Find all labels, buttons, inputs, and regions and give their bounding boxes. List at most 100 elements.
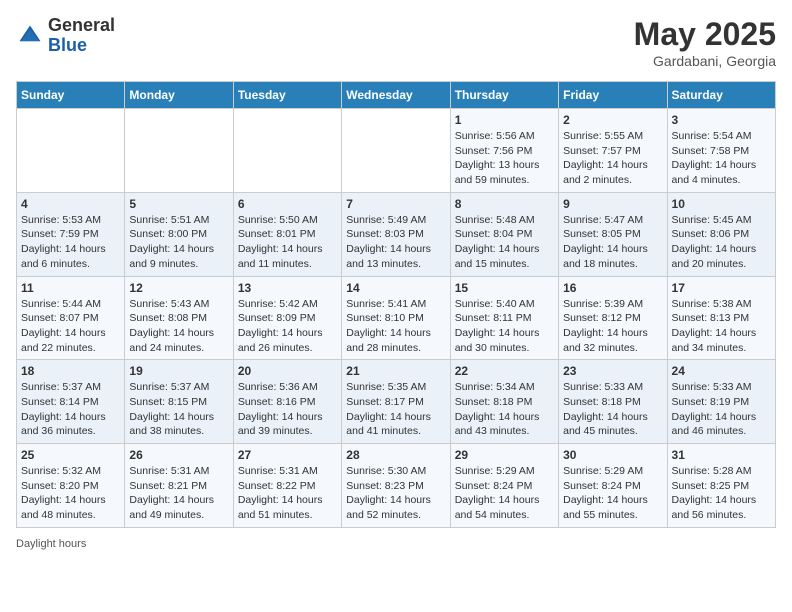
calendar-day-cell: 6 Sunrise: 5:50 AMSunset: 8:01 PMDaylight… [233, 192, 341, 276]
calendar-day-cell: 15 Sunrise: 5:40 AMSunset: 8:11 PMDayligh… [450, 276, 558, 360]
day-info: Sunrise: 5:42 AMSunset: 8:09 PMDaylight:… [238, 297, 337, 356]
calendar-day-cell: 16Sunrise: 5:39 AMSunset: 8:12 PMDayligh… [559, 276, 667, 360]
calendar-day-cell: 2 Sunrise: 5:55 AMSunset: 7:57 PMDaylight… [559, 109, 667, 193]
day-of-week-header: Saturday [667, 82, 775, 109]
day-info: Sunrise: 5:30 AMSunset: 8:23 PMDaylight:… [346, 464, 445, 523]
day-number: 11 [21, 281, 120, 295]
calendar-day-cell: 17Sunrise: 5:38 AMSunset: 8:13 PMDayligh… [667, 276, 775, 360]
day-number: 20 [238, 364, 337, 378]
calendar-table: SundayMondayTuesdayWednesdayThursdayFrid… [16, 81, 776, 528]
day-info: Sunrise: 5:31 AMSunset: 8:21 PMDaylight:… [129, 464, 228, 523]
day-number: 21 [346, 364, 445, 378]
calendar-day-cell: 22 Sunrise: 5:34 AMSunset: 8:18 PMDayligh… [450, 360, 558, 444]
calendar-day-cell: 24 Sunrise: 5:33 AMSunset: 8:19 PMDayligh… [667, 360, 775, 444]
day-number: 29 [455, 448, 554, 462]
calendar-day-cell: 27 Sunrise: 5:31 AMSunset: 8:22 PMDayligh… [233, 444, 341, 528]
day-number: 24 [672, 364, 771, 378]
day-info: Sunrise: 5:47 AMSunset: 8:05 PMDaylight:… [563, 213, 662, 272]
calendar-day-cell [342, 109, 450, 193]
day-number: 27 [238, 448, 337, 462]
day-number: 18 [21, 364, 120, 378]
calendar-day-cell: 5 Sunrise: 5:51 AMSunset: 8:00 PMDaylight… [125, 192, 233, 276]
calendar-day-cell: 4 Sunrise: 5:53 AMSunset: 7:59 PMDaylight… [17, 192, 125, 276]
day-number: 10 [672, 197, 771, 211]
day-info: Sunrise: 5:41 AMSunset: 8:10 PMDaylight:… [346, 297, 445, 356]
day-of-week-header: Friday [559, 82, 667, 109]
day-number: 2 [563, 113, 662, 127]
day-info: Sunrise: 5:33 AMSunset: 8:19 PMDaylight:… [672, 380, 771, 439]
calendar-day-cell: 7 Sunrise: 5:49 AMSunset: 8:03 PMDaylight… [342, 192, 450, 276]
day-info: Sunrise: 5:44 AMSunset: 8:07 PMDaylight:… [21, 297, 120, 356]
day-number: 7 [346, 197, 445, 211]
calendar-day-cell [233, 109, 341, 193]
calendar-day-cell: 29Sunrise: 5:29 AMSunset: 8:24 PMDayligh… [450, 444, 558, 528]
day-info: Sunrise: 5:37 AMSunset: 8:14 PMDaylight:… [21, 380, 120, 439]
title-block: May 2025 Gardabani, Georgia [634, 16, 776, 69]
day-number: 5 [129, 197, 228, 211]
day-info: Sunrise: 5:51 AMSunset: 8:00 PMDaylight:… [129, 213, 228, 272]
calendar-day-cell: 13 Sunrise: 5:42 AMSunset: 8:09 PMDayligh… [233, 276, 341, 360]
day-info: Sunrise: 5:33 AMSunset: 8:18 PMDaylight:… [563, 380, 662, 439]
logo-text: General Blue [48, 16, 115, 56]
day-number: 22 [455, 364, 554, 378]
day-number: 13 [238, 281, 337, 295]
day-info: Sunrise: 5:53 AMSunset: 7:59 PMDaylight:… [21, 213, 120, 272]
day-number: 19 [129, 364, 228, 378]
day-number: 4 [21, 197, 120, 211]
day-number: 8 [455, 197, 554, 211]
day-info: Sunrise: 5:50 AMSunset: 8:01 PMDaylight:… [238, 213, 337, 272]
day-info: Sunrise: 5:40 AMSunset: 8:11 PMDaylight:… [455, 297, 554, 356]
page-header: General Blue May 2025 Gardabani, Georgia [16, 16, 776, 69]
day-number: 16 [563, 281, 662, 295]
day-number: 28 [346, 448, 445, 462]
day-info: Sunrise: 5:31 AMSunset: 8:22 PMDaylight:… [238, 464, 337, 523]
logo-general-text: General [48, 16, 115, 36]
day-number: 12 [129, 281, 228, 295]
logo: General Blue [16, 16, 115, 56]
day-number: 1 [455, 113, 554, 127]
day-number: 3 [672, 113, 771, 127]
day-info: Sunrise: 5:35 AMSunset: 8:17 PMDaylight:… [346, 380, 445, 439]
calendar-day-cell: 31Sunrise: 5:28 AMSunset: 8:25 PMDayligh… [667, 444, 775, 528]
calendar-day-cell: 28 Sunrise: 5:30 AMSunset: 8:23 PMDayligh… [342, 444, 450, 528]
day-number: 25 [21, 448, 120, 462]
day-of-week-header: Thursday [450, 82, 558, 109]
day-info: Sunrise: 5:29 AMSunset: 8:24 PMDaylight:… [563, 464, 662, 523]
calendar-day-cell [17, 109, 125, 193]
day-info: Sunrise: 5:38 AMSunset: 8:13 PMDaylight:… [672, 297, 771, 356]
footer: Daylight hours [16, 538, 776, 550]
calendar-day-cell: 8 Sunrise: 5:48 AMSunset: 8:04 PMDaylight… [450, 192, 558, 276]
day-info: Sunrise: 5:56 AMSunset: 7:56 PMDaylight:… [455, 129, 554, 188]
calendar-day-cell: 1 Sunrise: 5:56 AMSunset: 7:56 PMDaylight… [450, 109, 558, 193]
day-info: Sunrise: 5:45 AMSunset: 8:06 PMDaylight:… [672, 213, 771, 272]
calendar-day-cell: 11 Sunrise: 5:44 AMSunset: 8:07 PMDayligh… [17, 276, 125, 360]
calendar-header-row: SundayMondayTuesdayWednesdayThursdayFrid… [17, 82, 776, 109]
calendar-week-row: 4 Sunrise: 5:53 AMSunset: 7:59 PMDaylight… [17, 192, 776, 276]
calendar-day-cell: 23 Sunrise: 5:33 AMSunset: 8:18 PMDayligh… [559, 360, 667, 444]
day-info: Sunrise: 5:37 AMSunset: 8:15 PMDaylight:… [129, 380, 228, 439]
day-of-week-header: Monday [125, 82, 233, 109]
day-number: 23 [563, 364, 662, 378]
day-number: 31 [672, 448, 771, 462]
day-info: Sunrise: 5:48 AMSunset: 8:04 PMDaylight:… [455, 213, 554, 272]
day-of-week-header: Tuesday [233, 82, 341, 109]
calendar-week-row: 11 Sunrise: 5:44 AMSunset: 8:07 PMDayligh… [17, 276, 776, 360]
day-info: Sunrise: 5:43 AMSunset: 8:08 PMDaylight:… [129, 297, 228, 356]
day-info: Sunrise: 5:34 AMSunset: 8:18 PMDaylight:… [455, 380, 554, 439]
day-number: 15 [455, 281, 554, 295]
day-number: 26 [129, 448, 228, 462]
logo-icon [16, 22, 44, 50]
day-number: 14 [346, 281, 445, 295]
calendar-day-cell: 26 Sunrise: 5:31 AMSunset: 8:21 PMDayligh… [125, 444, 233, 528]
calendar-day-cell: 30 Sunrise: 5:29 AMSunset: 8:24 PMDayligh… [559, 444, 667, 528]
calendar-day-cell: 20Sunrise: 5:36 AMSunset: 8:16 PMDayligh… [233, 360, 341, 444]
calendar-location: Gardabani, Georgia [634, 53, 776, 69]
day-number: 30 [563, 448, 662, 462]
calendar-day-cell: 25Sunrise: 5:32 AMSunset: 8:20 PMDayligh… [17, 444, 125, 528]
day-number: 6 [238, 197, 337, 211]
footer-label: Daylight hours [16, 538, 86, 550]
day-info: Sunrise: 5:49 AMSunset: 8:03 PMDaylight:… [346, 213, 445, 272]
day-of-week-header: Wednesday [342, 82, 450, 109]
calendar-day-cell: 9Sunrise: 5:47 AMSunset: 8:05 PMDaylight… [559, 192, 667, 276]
day-info: Sunrise: 5:55 AMSunset: 7:57 PMDaylight:… [563, 129, 662, 188]
